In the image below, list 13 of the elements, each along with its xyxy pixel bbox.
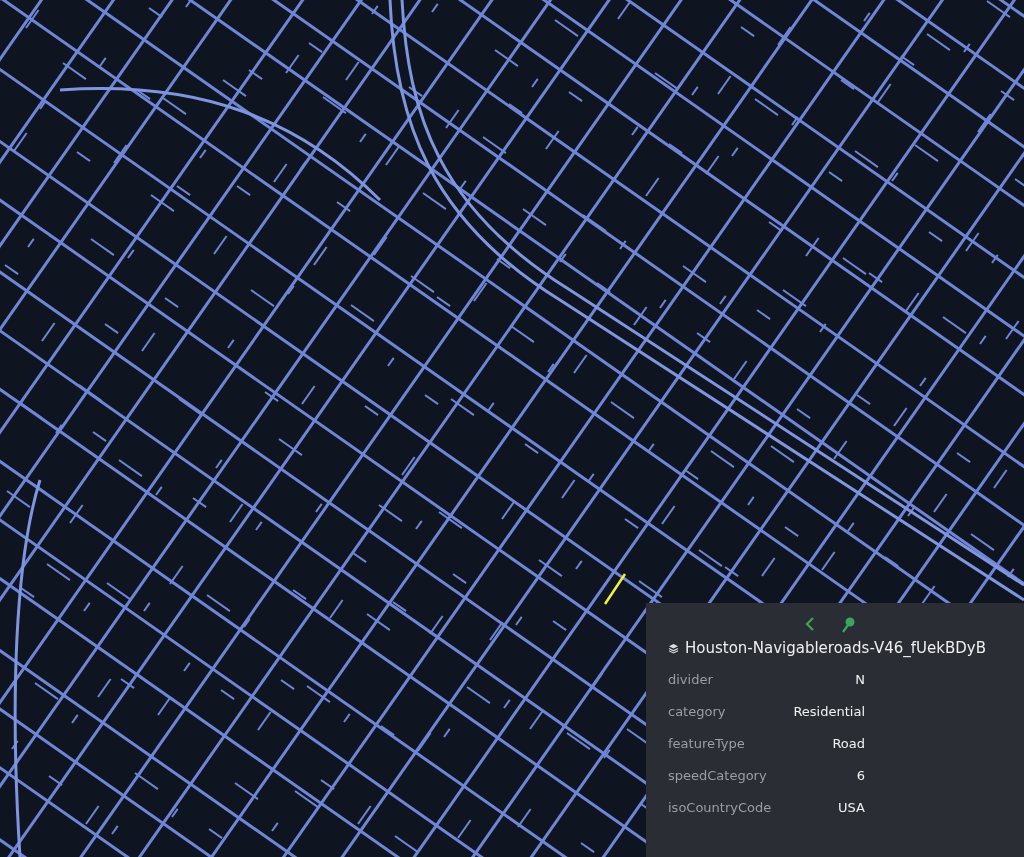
property-name: featureType (668, 736, 746, 751)
property-value: Road (832, 736, 865, 751)
highlighted-road-segment (603, 572, 627, 606)
property-value: N (855, 672, 865, 687)
property-name: category (668, 704, 727, 719)
layers-icon (668, 642, 679, 654)
property-name: speedCategory (668, 768, 768, 783)
property-name: divider (668, 672, 714, 687)
layer-title: Houston-Navigableroads-V46_fUekBDyB (685, 639, 986, 657)
property-value: 6 (856, 768, 865, 783)
property-value: USA (838, 800, 865, 815)
pin-icon[interactable] (839, 615, 857, 635)
property-value: Residential (793, 704, 865, 719)
